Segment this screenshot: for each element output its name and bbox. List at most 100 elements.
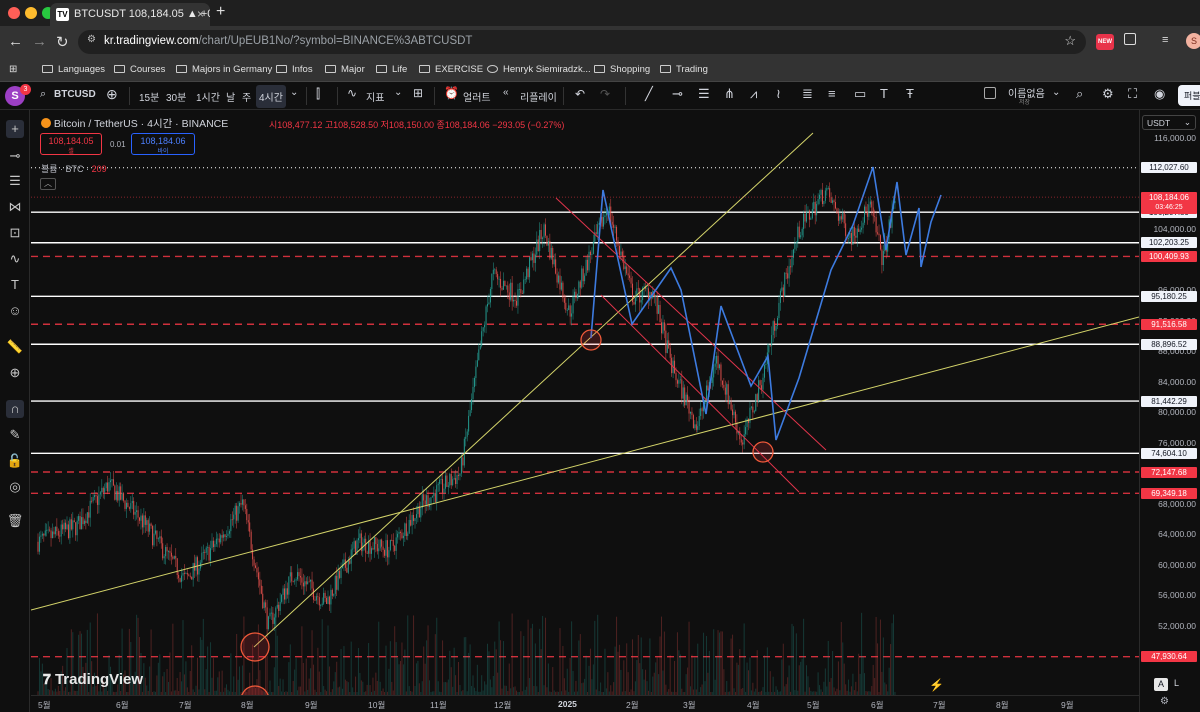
interval-dropdown-chevron-icon[interactable]: ⌄ (290, 87, 298, 98)
url-field[interactable]: ⚙ kr.tradingview.com/chart/UpEUB1No/?sym… (78, 30, 1086, 54)
browser-tab[interactable]: TV BTCUSDT 108,184.05 ▲ +0.8 × (50, 3, 210, 26)
layout-chevron-icon[interactable]: ⌄ (1052, 87, 1060, 98)
fullscreen-icon[interactable]: ⛶ (1128, 86, 1137, 102)
new-tab-button[interactable]: + (216, 3, 225, 21)
eye-icon[interactable]: ◎ (6, 478, 24, 496)
pattern-tool-icon[interactable]: ⩘ (750, 86, 757, 102)
currency-selector[interactable]: USDT ⌄ (1142, 115, 1196, 130)
indicators-icon[interactable]: ∿ (347, 86, 357, 100)
text-tool-icon[interactable]: T (880, 86, 888, 101)
bookmark-item[interactable]: Courses (114, 64, 165, 75)
lock-icon[interactable]: 🔓 (6, 452, 24, 470)
fib-icon[interactable]: ☰ (6, 172, 24, 190)
bookmark-item[interactable]: Henryk Siemiradzk... (487, 64, 591, 75)
horizontal-line-tool-icon[interactable]: ⊸ (672, 86, 683, 102)
long-trendline[interactable] (31, 316, 1139, 611)
layout-grid-icon[interactable]: ⊞ (413, 86, 423, 100)
sell-button[interactable]: 108,184.05 셀 (40, 133, 102, 155)
bookmark-item[interactable]: Infos (276, 64, 313, 75)
pivot-circle-jan[interactable] (580, 329, 602, 351)
parallel-channel-tool-icon[interactable]: ☰ (698, 86, 710, 102)
site-info-icon[interactable]: ⚙ (87, 34, 96, 45)
ruler-icon[interactable]: 📏 (6, 338, 24, 356)
replay-button[interactable]: 리플레이 (520, 89, 557, 104)
bookmark-item[interactable]: Shopping (594, 64, 650, 75)
magnet-icon[interactable]: ∩ (6, 400, 24, 418)
reload-icon[interactable]: ↻ (56, 33, 69, 51)
indicators-button[interactable]: 지표 (366, 89, 384, 104)
emoji-icon[interactable]: ☺ (6, 302, 24, 320)
compare-add-icon[interactable]: ⊕ (106, 86, 118, 103)
elliott-wave-tool-icon[interactable]: ≀ (776, 86, 781, 102)
bookmark-item[interactable]: Major (325, 64, 365, 75)
zigzag-wave-line[interactable] (590, 166, 942, 441)
interval-15m[interactable]: 15분 (139, 89, 159, 104)
fib-retracement-tool-icon[interactable]: ≣ (802, 86, 813, 102)
price-axis[interactable]: USDT ⌄ 116,000.00104,000.0096,000.0092,0… (1139, 110, 1200, 712)
text-icon[interactable]: T (6, 276, 24, 294)
interval-day[interactable]: 날 (226, 89, 235, 104)
pattern-icon[interactable]: ⋈ (6, 198, 24, 216)
alert-button[interactable]: 얼러트 (463, 89, 491, 104)
close-tab-icon[interactable]: × (197, 7, 204, 21)
bookmark-item[interactable]: Majors in Germany (176, 64, 272, 75)
settings-gear-icon[interactable]: ⚙ (1102, 86, 1114, 102)
rectangle-tool-icon[interactable]: ▭ (854, 86, 866, 102)
settings-gear-icon[interactable]: ⚙ (1160, 696, 1169, 707)
bookmark-item[interactable]: Life (376, 64, 407, 75)
log-scale-button[interactable]: L (1174, 678, 1179, 688)
brush-icon[interactable]: ∿ (6, 250, 24, 268)
trendline-icon[interactable]: ⊸ (6, 147, 24, 165)
trash-icon[interactable]: 🗑 (6, 512, 24, 530)
minimize-window-button[interactable] (25, 7, 37, 19)
close-window-button[interactable] (8, 7, 20, 19)
interval-4h[interactable]: 4시간 (256, 85, 286, 108)
projection-icon[interactable]: ⊡ (6, 224, 24, 242)
camera-snapshot-icon[interactable]: ◉ (1154, 86, 1165, 102)
interval-1h[interactable]: 1시간 (196, 89, 220, 104)
profile-avatar[interactable]: S (1186, 33, 1200, 49)
pivot-circle-low-2024[interactable] (240, 632, 270, 662)
auto-scale-button[interactable]: A (1154, 678, 1168, 691)
bookmark-item[interactable]: Trading (660, 64, 708, 75)
text-note-tool-icon[interactable]: Ŧ (906, 86, 914, 101)
search-icon[interactable]: ⌕ (40, 88, 46, 101)
time-axis[interactable]: 5월 6월 7월 8월 9월 10월 11월 12월 2025 2월 3월 4월 5월 6월 7월 8월 9월 (31, 695, 1139, 712)
symbol-title[interactable]: Bitcoin / TetherUS · 4시간 · BINANCE (54, 118, 228, 130)
collapse-legend-chevron-icon[interactable]: ︿ (40, 178, 56, 190)
trendline-tool-icon[interactable]: ╱ (645, 86, 653, 102)
candle-type-icon[interactable]: ⫿ (316, 86, 320, 102)
interval-30m[interactable]: 30분 (166, 89, 186, 104)
crosshair-icon[interactable]: + (6, 120, 24, 138)
back-arrow-icon[interactable]: ← (8, 33, 23, 50)
layout-checkbox-icon[interactable] (984, 87, 996, 99)
lock-drawing-pencil-icon[interactable]: ✎ (6, 426, 24, 444)
forward-arrow-icon[interactable]: → (32, 33, 47, 50)
bookmark-star-icon[interactable]: ☆ (1064, 33, 1076, 49)
steep-trendline[interactable] (253, 132, 814, 648)
pitchfork-tool-icon[interactable]: ⋔ (724, 86, 735, 102)
alarm-clock-icon[interactable]: ⏰ (444, 86, 459, 100)
publish-button[interactable]: 퍼블 (1178, 85, 1200, 106)
pivot-circle-bottom[interactable] (241, 685, 269, 695)
interval-week[interactable]: 주 (242, 89, 251, 104)
zoom-in-icon[interactable]: ⊕ (6, 364, 24, 382)
bookmark-item[interactable]: EXERCISE (419, 64, 483, 75)
bookmark-item[interactable]: Languages (42, 64, 105, 75)
apps-grid-icon[interactable]: ⊞ (9, 64, 17, 75)
redo-icon[interactable]: ↷ (600, 87, 610, 101)
new-badge-extension-icon[interactable]: NEW (1096, 34, 1114, 50)
undo-icon[interactable]: ↶ (575, 87, 585, 101)
lightning-icon[interactable]: ⚡ (929, 678, 944, 692)
replay-icon[interactable]: « (503, 87, 509, 98)
symbol-search[interactable]: BTCUSD (54, 89, 96, 100)
indicators-chevron-icon[interactable]: ⌄ (394, 87, 402, 98)
extensions-puzzle-icon[interactable] (1124, 33, 1136, 45)
buy-button[interactable]: 108,184.06 바이 (131, 133, 195, 155)
quick-search-icon[interactable]: ⌕ (1076, 86, 1083, 102)
reading-list-icon[interactable]: ≡ (1162, 34, 1168, 46)
price-chart[interactable] (31, 110, 1139, 695)
chart-pane[interactable]: Bitcoin / TetherUS · 4시간 · BINANCE 시108,… (31, 110, 1139, 695)
pivot-circle-apr[interactable] (752, 441, 774, 463)
fib-channel-tool-icon[interactable]: ≡ (828, 86, 836, 101)
